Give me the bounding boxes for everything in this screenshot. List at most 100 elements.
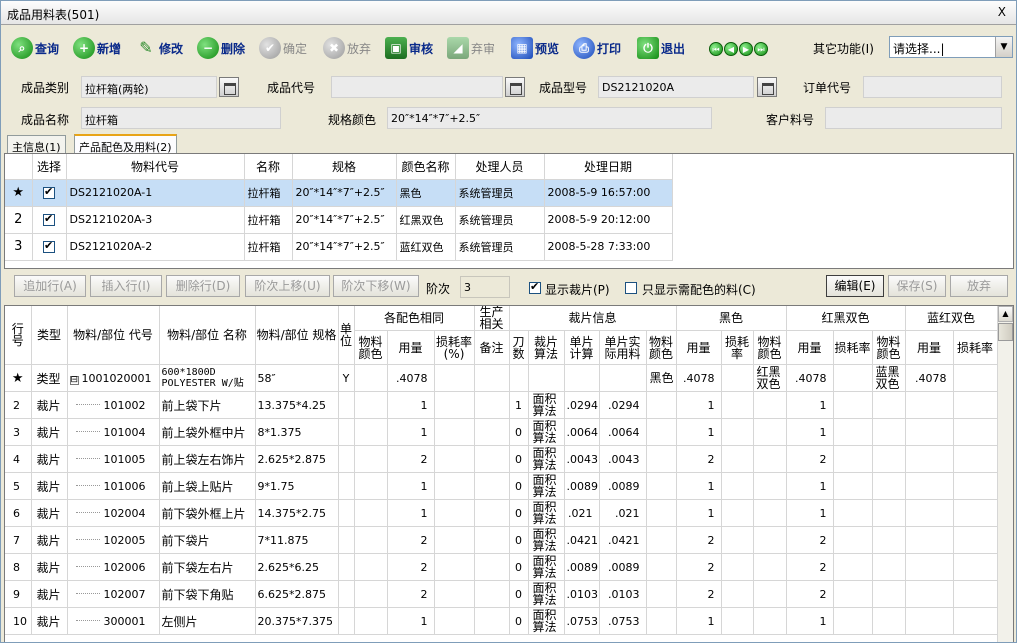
color-row[interactable]: ★ DS2121020A-1拉杆箱20″*14″*7″+2.5″黑色系统管理员20… (5, 179, 673, 207)
loss-cell (434, 391, 475, 419)
show-cut-checkbox[interactable] (529, 280, 541, 294)
edit-button[interactable]: ✎ 修改 (135, 35, 183, 61)
cut-algo-cell: 面积算法 (528, 418, 565, 446)
unit-calc-header: 单片计算 (564, 330, 600, 365)
rb-group-header: 红黑双色 (786, 306, 906, 331)
category-field[interactable]: 拉杆箱(两轮) (81, 76, 217, 98)
insert-row-button[interactable]: 插入行(I) (90, 275, 162, 297)
rb-mat-color-cell (753, 418, 787, 446)
save-grid-button[interactable]: 保存(S) (888, 275, 946, 297)
qty-cell: 2 (387, 445, 435, 473)
bom-row[interactable]: 3 裁片 101004 前上袋外框中片 8*1.375 1 0 面积算法 .0064.0064 1… (5, 418, 998, 446)
unit-calc-cell: .0753 (564, 607, 600, 635)
row-no-cell: 2 (5, 391, 32, 419)
bom-row[interactable]: 7 裁片 102005 前下袋片 7*11.875 2 0 面积算法 .0421.0421 2 2 (5, 526, 998, 554)
part-name-cell: 左侧片 (159, 607, 256, 635)
vertical-scrollbar[interactable]: ▲ (997, 306, 1013, 642)
color-row[interactable]: 2 DS2121020A-3拉杆箱20″*14″*7″+2.5″红黑双色系统管理员… (5, 206, 673, 234)
black-mat-color-cell (646, 553, 677, 581)
bom-row[interactable]: 2 裁片 101002 前上袋下片 13.375*4.25 1 1 面积算法 .0294.029… (5, 391, 998, 419)
code-picker-icon[interactable] (505, 77, 525, 97)
bom-row[interactable]: 10 裁片 300001 左侧片 20.375*7.375 1 0 面积算法 .0753.075… (5, 607, 998, 635)
rb-qty-cell: 2 (786, 580, 834, 608)
name-field[interactable]: 拉杆箱 (81, 107, 281, 129)
scroll-thumb[interactable] (998, 323, 1013, 341)
approve-button[interactable]: ▣ 审核 (385, 35, 433, 61)
tab-main-info[interactable]: 主信息(1) (7, 135, 66, 154)
abandon-grid-button[interactable]: 放弃 (950, 275, 1008, 297)
br-qty-cell: .4078 (905, 364, 954, 392)
chevron-down-icon[interactable]: ▼ (995, 37, 1012, 57)
rb-qty-cell: 1 (786, 499, 834, 527)
mat-color-cell (354, 580, 388, 608)
remark-cell (474, 391, 510, 419)
rb-qty-cell: 1 (786, 472, 834, 500)
select-checkbox[interactable] (43, 212, 55, 226)
delete-row-button[interactable]: 删除行(D) (166, 275, 240, 297)
br-loss-cell (953, 499, 998, 527)
next-record-icon[interactable]: ▶ (739, 42, 753, 56)
rb-qty-cell: 2 (786, 553, 834, 581)
print-button[interactable]: ⎙ 打印 (573, 35, 621, 61)
confirm-label: 确定 (283, 41, 308, 56)
br-qty-cell (905, 445, 954, 473)
model-picker-icon[interactable] (757, 77, 777, 97)
color-row[interactable]: 3 DS2121020A-2拉杆箱20″*14″*7″+2.5″蓝红双色系统管理员… (5, 233, 673, 261)
x-icon: ✖ (323, 37, 345, 59)
bom-row[interactable]: 8 裁片 102006 前下袋左右片 2.625*6.25 2 0 面积算法 .0089.008… (5, 553, 998, 581)
exit-button[interactable]: ⏻ 退出 (637, 35, 685, 61)
prev-record-icon[interactable]: ◀ (724, 42, 738, 56)
qty-cell: 1 (387, 418, 435, 446)
remark-cell (474, 553, 510, 581)
collapse-icon[interactable]: ⊟ (69, 375, 79, 385)
bom-row[interactable]: 6 裁片 102004 前下袋外框上片 14.375*2.75 1 0 面积算法 .021.02… (5, 499, 998, 527)
bom-row[interactable]: ★ 类型 ⊟ 1001020001 600*1800D POLYESTER W/贴 58″… (5, 364, 998, 392)
level-field[interactable]: 3 (460, 276, 510, 298)
abandon-button[interactable]: ✖ 放弃 (323, 35, 371, 61)
qty-cell: .4078 (387, 364, 435, 392)
category-picker-icon[interactable] (219, 77, 239, 97)
prod-group-header: 生产相关 (474, 306, 510, 331)
delete-button[interactable]: − 删除 (197, 35, 245, 61)
move-up-button[interactable]: 阶次上移(U) (245, 275, 330, 297)
unapprove-button[interactable]: ◢ 弃审 (447, 35, 495, 61)
code-field[interactable] (331, 76, 503, 98)
model-field[interactable]: DS2121020A (598, 76, 754, 98)
other-functions-select[interactable]: 请选择...| ▼ (889, 36, 1013, 58)
customer-field[interactable] (825, 107, 1002, 129)
cut-algo-cell: 面积算法 (528, 553, 565, 581)
part-spec-cell: 8*1.375 (255, 418, 339, 446)
close-button[interactable]: X (998, 5, 1006, 19)
row-no-header: 行号 (5, 306, 32, 365)
only-color-checkbox[interactable] (625, 282, 637, 294)
scroll-up-icon[interactable]: ▲ (998, 306, 1013, 322)
select-checkbox[interactable] (43, 239, 55, 253)
last-record-icon[interactable]: ⏭ (754, 42, 768, 56)
tab-color-material[interactable]: 产品配色及用料(2) (74, 134, 177, 154)
confirm-button[interactable]: ✔ 确定 (259, 35, 307, 61)
part-name-cell: 前上袋下片 (159, 391, 256, 419)
part-name-cell: 前上袋左右饰片 (159, 445, 256, 473)
query-button[interactable]: ⌕ 查询 (11, 35, 59, 61)
part-name-header: 物料/部位 名称 (159, 306, 256, 365)
black-qty-cell: 2 (676, 553, 722, 581)
select-checkbox[interactable] (43, 185, 55, 199)
rb-mat-color-cell (753, 499, 787, 527)
bom-row[interactable]: 4 裁片 101005 前上袋左右饰片 2.625*2.875 2 0 面积算法 .0043.0… (5, 445, 998, 473)
append-row-button[interactable]: 追加行(A) (14, 275, 86, 297)
black-qty-cell: 2 (676, 526, 722, 554)
first-record-icon[interactable]: ⏮ (709, 42, 723, 56)
loss-cell (434, 580, 475, 608)
remark-cell (474, 472, 510, 500)
order-field[interactable] (863, 76, 1002, 98)
edit-grid-button[interactable]: 编辑(E) (826, 275, 884, 297)
add-button[interactable]: + 新增 (73, 35, 121, 61)
unit-actual-cell: .021 (599, 499, 647, 527)
move-down-button[interactable]: 阶次下移(W) (333, 275, 419, 297)
loss-header: 损耗率(%) (434, 330, 475, 365)
bom-row[interactable]: 5 裁片 101006 前上袋上贴片 9*1.75 1 0 面积算法 .0089.0089 1 1 (5, 472, 998, 500)
category-label: 成品类别 (21, 81, 70, 95)
spec-field[interactable]: 20″*14″*7″+2.5″ (387, 107, 712, 129)
bom-row[interactable]: 9 裁片 102007 前下袋下角贴 6.625*2.875 2 0 面积算法 .0103.01… (5, 580, 998, 608)
preview-button[interactable]: ▦ 预览 (511, 35, 559, 61)
